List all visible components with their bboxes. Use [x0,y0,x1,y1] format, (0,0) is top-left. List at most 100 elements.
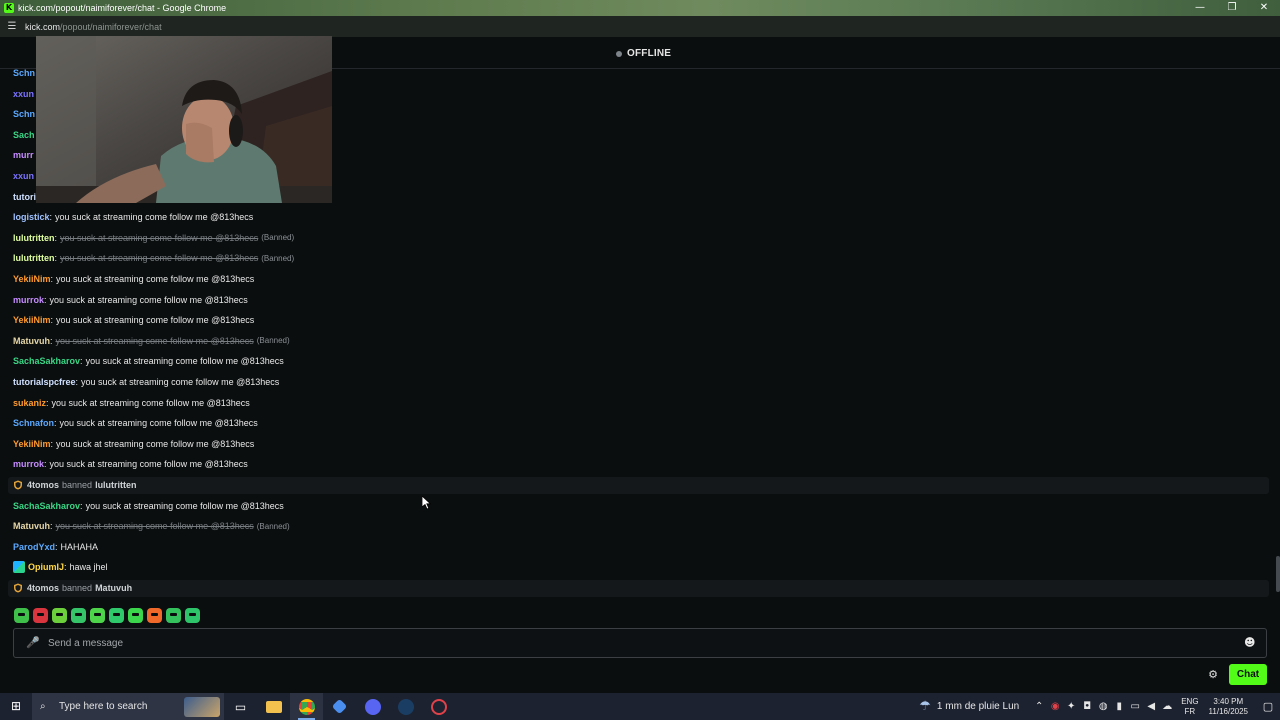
chat-username[interactable]: Schnafon [13,418,54,428]
tray-app-icon[interactable]: ◉ [1047,701,1063,712]
username-separator: : [54,418,57,429]
chat-username[interactable]: Schn [13,109,35,119]
chat-username[interactable]: YekiiNim [13,274,51,284]
emote-2-icon[interactable] [33,608,48,623]
address-bar[interactable]: ☰ kick.com/popout/naimiforever/chat [0,16,1280,37]
chat-username[interactable]: YekiiNim [13,315,51,325]
steam-tray-icon[interactable]: ◍ [1095,701,1111,712]
minimize-button[interactable]: — [1184,0,1216,16]
windows-start-icon[interactable]: ⊞ [0,693,32,720]
chat-username[interactable]: xxun [13,89,34,99]
chat-message: logistick: you suck at streaming come fol… [13,207,253,227]
notifications-icon[interactable]: ▢ [1256,700,1280,713]
user-badge-icon [13,561,25,574]
chat-username[interactable]: murrok [13,459,44,469]
moderator-name[interactable]: 4tomos [27,583,59,593]
weather-widget[interactable]: ☂ 1 mm de pluie Lun [919,699,1019,714]
chat-message: murr [13,145,34,165]
steam-icon[interactable] [389,693,422,720]
file-explorer-icon[interactable] [257,693,290,720]
banned-user-name[interactable]: lulutritten [95,480,137,490]
chat-username[interactable]: Sach [13,130,35,140]
show-hidden-icons-icon[interactable]: ⌃ [1031,701,1047,712]
emote-4-icon[interactable] [71,608,86,623]
chat-username[interactable]: SachaSakharov [13,356,80,366]
emote-3-icon[interactable] [52,608,67,623]
chat-settings-icon[interactable]: ⚙ [1205,668,1221,682]
stream-status-text: OFFLINE [627,48,672,59]
chat-message-text: you suck at streaming come follow me @81… [56,274,255,284]
emote-8-icon[interactable] [147,608,162,623]
deleted-message-text: you suck at streaming come follow me @81… [60,232,259,243]
chat-message: Matuvuh: you suck at streaming come follo… [13,516,290,536]
chat-username[interactable]: Matuvuh [13,521,50,531]
restore-button[interactable]: ❐ [1216,0,1248,16]
clock[interactable]: 3:40 PM 11/16/2025 [1209,697,1248,717]
window-title: kick.com/popout/naimiforever/chat - Goog… [18,3,227,13]
chat-username[interactable]: OpiumIJ [28,562,64,572]
emote-5-icon[interactable] [90,608,105,623]
network-icon[interactable]: ▭ [1127,701,1143,712]
chat-username[interactable]: Matuvuh [13,336,50,346]
task-view-icon[interactable]: ▭ [224,693,257,720]
stream-status: OFFLINE [616,48,671,59]
app-red-icon[interactable] [422,693,455,720]
chat-username[interactable]: YekiiNim [13,439,51,449]
language-indicator[interactable]: ENG FR [1181,697,1198,717]
emote-10-icon[interactable] [185,608,200,623]
volume-icon[interactable]: ◀ [1143,701,1159,712]
chat-username[interactable]: xxun [13,171,34,181]
emote-7-icon[interactable] [128,608,143,623]
chat-message-text: you suck at streaming come follow me @81… [59,418,258,429]
chat-message-text: you suck at streaming come follow me @81… [49,294,248,305]
chat-username[interactable]: murrok [13,295,44,305]
emote-1-icon[interactable] [14,608,29,623]
emote-9-icon[interactable] [166,608,181,623]
chat-username[interactable]: SachaSakharov [13,501,80,511]
chat-username[interactable]: lulutritten [13,253,55,263]
username-separator: : [50,438,54,449]
banned-user-name[interactable]: Matuvuh [95,583,132,593]
chat-username[interactable]: Schn [13,68,35,78]
chat-username[interactable]: lulutritten [13,233,55,243]
moderator-name[interactable]: 4tomos [27,480,59,490]
username-separator: : [46,397,49,408]
username-separator: : [75,377,79,387]
username-separator: : [80,500,83,511]
chat-username[interactable]: tutorialspcfree [13,377,76,387]
taskbar-search[interactable]: ⌕ Type here to search [32,693,224,720]
chat-message: Schnafon: you suck at streaming come foll… [13,413,258,433]
send-message-input[interactable] [48,637,1244,649]
chat-message-text: you suck at streaming come follow me @81… [85,500,284,511]
tray-app-icon[interactable]: ✦ [1063,701,1079,712]
chat-username[interactable]: logistick [13,212,50,222]
discord-tray-icon[interactable]: ◘ [1079,701,1095,712]
rain-icon: ☂ [919,699,931,714]
chat-username[interactable]: tutori [13,192,36,202]
site-info-icon[interactable]: ☰ [5,20,19,34]
chat-message: YekiiNim: you suck at streaming come foll… [13,269,254,289]
status-dot-icon [616,50,622,57]
app-diamond-icon[interactable] [323,693,356,720]
chrome-taskbar-icon[interactable] [290,693,323,720]
close-button[interactable]: ✕ [1248,0,1280,16]
chat-username[interactable]: sukaniz [13,398,46,408]
chat-message-text: you suck at streaming come follow me @81… [49,459,248,470]
chat-input-box[interactable]: 🎤 ☻ [13,628,1267,658]
microphone-icon[interactable]: 🎤 [26,636,40,650]
search-icon: ⌕ [40,701,46,712]
discord-icon[interactable] [356,693,389,720]
onedrive-icon[interactable]: ☁ [1159,701,1175,712]
scrollbar-thumb[interactable] [1276,556,1280,592]
username-separator: : [80,356,83,367]
microphone-tray-icon[interactable]: ▮ [1111,701,1127,712]
chat-send-button[interactable]: Chat [1229,664,1267,685]
emote-6-icon[interactable] [109,608,124,623]
chat-username[interactable]: ParodYxd [13,542,55,552]
chat-username[interactable]: murr [13,150,34,160]
chat-scrollbar[interactable] [1276,70,1280,600]
emoji-picker-icon[interactable]: ☻ [1244,637,1256,649]
username-separator: : [54,253,58,264]
webcam-overlay[interactable] [36,36,332,203]
banned-tag: (Banned) [256,521,290,531]
